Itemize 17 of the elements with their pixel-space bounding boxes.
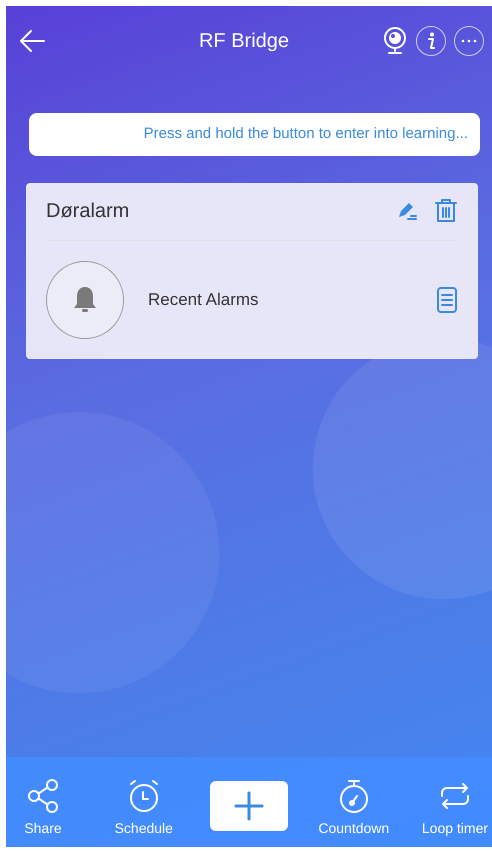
toolbar-label[interactable]: Loop timer [422, 818, 488, 839]
info-icon[interactable] [416, 26, 446, 56]
screen-title: RF Bridge [198, 29, 290, 54]
toolbar-label[interactable]: Countdown [318, 818, 390, 839]
learning-notice[interactable]: Press and hold the button to enter into learning... [29, 113, 480, 156]
back-button[interactable] [18, 28, 46, 54]
toolbar-label[interactable]: Share [24, 818, 62, 839]
camera-icon[interactable] [382, 26, 408, 56]
alarm-label: Recent Alarms [148, 288, 260, 311]
add-button[interactable] [210, 781, 288, 831]
delete-icon[interactable] [434, 198, 458, 224]
toolbar-label[interactable]: Schedule [114, 818, 173, 839]
more-icon[interactable] [454, 26, 484, 56]
device-name: Døralarm [46, 199, 130, 224]
share-icon[interactable] [26, 778, 60, 814]
plus-icon [234, 791, 264, 821]
list-icon[interactable] [436, 286, 458, 314]
